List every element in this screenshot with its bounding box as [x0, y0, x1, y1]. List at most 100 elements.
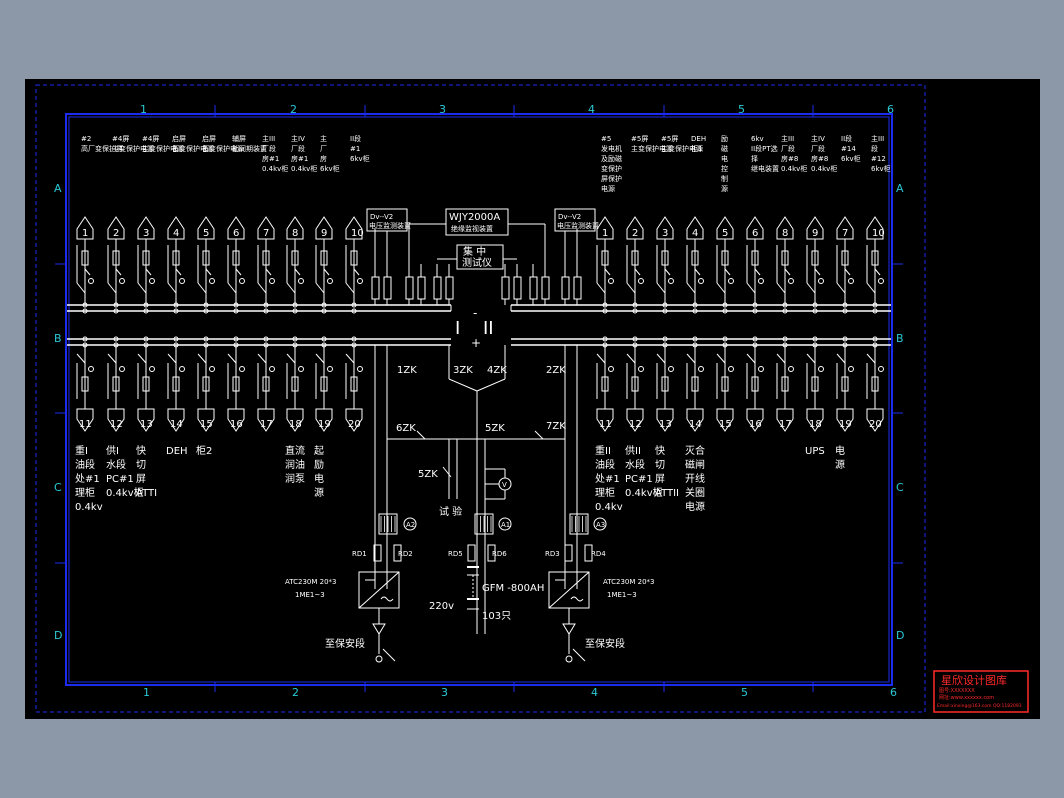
feeder-left-bottom-3: 13 快切屏 ATTI	[136, 336, 157, 499]
feeder-left-bottom-6: 16	[227, 336, 245, 432]
bus-i-label: I	[455, 318, 460, 339]
voltmeter-right: Dv--V2 电压监测装置	[554, 208, 599, 232]
zone-col-bottom-1: 1	[143, 686, 150, 699]
feeder-right-top-6: 6kv II段PT选择继电装置 6	[746, 135, 779, 314]
feeder-right-bottom-7: 17	[776, 336, 794, 432]
dc-system-diagram: 112233445566A AB BC CD D #2 高厂变保护屏1#4屏主变保护电源2…	[35, 84, 1029, 713]
output-left: 至保安段	[325, 637, 365, 650]
feeder-right-top-5-label: 励磁电控制源	[721, 135, 728, 193]
switch-6zk: 6ZK	[396, 423, 416, 434]
feeder-right-top-7: 主III 厂段房#8 0.4kv柜 8	[776, 134, 807, 314]
feeder-left-top-10-label: II段#1 6kv柜	[350, 134, 370, 163]
feeder-right-bottom-8: 18 UPS	[805, 336, 825, 457]
bus-minus-sign: -	[473, 306, 477, 320]
title-block: 星欣设计图库 图号:XXXXXXX 网址:www.xxxxxx.com Emai…	[933, 670, 1029, 713]
fuse-rd3: RD3	[545, 550, 560, 558]
zone-col-top-6: 6	[887, 103, 894, 116]
feeder-right-top-5-number: 5	[722, 228, 728, 239]
title-block-line2: 图号:XXXXXXX	[939, 688, 975, 694]
feeder-right-bottom-8-label: UPS	[805, 446, 825, 457]
zone-col-top-5: 5	[738, 103, 745, 116]
feeder-left-bottom-8-number: 18	[289, 419, 302, 430]
zone-row-left-A: A	[54, 182, 62, 195]
bus-fuse-12	[573, 276, 582, 300]
switch-2zk: 2ZK	[546, 365, 566, 376]
feeder-left-top-6-number: 6	[233, 228, 239, 239]
feeder-left-bottom-8-label: 直流润油润泵	[285, 444, 305, 485]
feeder-right-top-6-number: 6	[752, 228, 758, 239]
feeder-right-bottom-3-label: 快切屏 ATTII	[655, 445, 679, 499]
fuse-3	[467, 544, 476, 562]
bus-fuse-3	[405, 276, 414, 300]
insulation-monitor: WJY2000A 绝缘监视装置	[445, 208, 509, 236]
title-block-name: 星欣设计图库	[941, 673, 1007, 687]
voltmeter-right-sublabel: 电压监测装置	[557, 221, 599, 230]
feeder-left-bottom-5-label: 柜2	[196, 444, 212, 457]
feeder-right-bottom-3-number: 13	[659, 419, 672, 430]
outer-frame	[35, 84, 926, 713]
bus-fuse-9	[529, 276, 538, 300]
feeder-left-bottom-3-label: 快切屏 ATTI	[136, 445, 157, 499]
zone-row-left-C: C	[54, 481, 62, 494]
feeder-right-top-8-number: 9	[812, 228, 818, 239]
feeder-left-top-7: 主III 厂段房#1 0.4kv柜 7	[257, 134, 288, 314]
voltmeter-left: Dv--V2 电压监测装置	[366, 208, 411, 232]
charger-right-model: ATC230M 20*3	[603, 578, 655, 586]
zone-row-left-D: D	[54, 629, 62, 642]
feeder-left-bottom-10: 20	[345, 336, 363, 432]
feeder-left-bottom-8: 18 直流润油润泵	[285, 336, 305, 485]
feeder-left-bottom-9: 19 起励电源	[314, 336, 333, 499]
feeder-left-top-4: 启屏备变保护电源4	[167, 134, 214, 314]
charger-right-units: 1ME1~3	[607, 591, 637, 599]
feeder-left-top-5: 启屏备变保护电源5	[197, 134, 244, 314]
feeder-right-bottom-5: 15	[716, 336, 734, 432]
feeder-left-top-8-label: 主IV 厂段房#1 0.4kv柜	[291, 134, 317, 173]
feeder-right-top-9-label: II段#14 6kv柜	[841, 134, 861, 163]
title-block-line4: Email:xinxing@163.com QQ:1182093	[937, 703, 1022, 709]
feeder-right-bottom-2-number: 12	[629, 419, 642, 430]
feeder-left-top-2: #4屏主变保护电源2	[107, 135, 154, 314]
feeder-left-top-2-number: 2	[113, 228, 119, 239]
feeder-left-top-3-number: 3	[143, 228, 149, 239]
feeder-right-top-10-label: 主III 段#12 6kv柜	[871, 134, 891, 173]
feeder-right-top-1-number: 1	[602, 228, 608, 239]
feeder-right-top-8-label: 主IV 厂段房#8 0.4kv柜	[811, 134, 837, 173]
bus-fuse-6	[445, 276, 454, 300]
zone-col-top-4: 4	[588, 103, 595, 116]
feeder-right-bottom-10: 20	[866, 336, 884, 432]
zone-col-bottom-3: 3	[441, 686, 448, 699]
centralized-meter-label: 集 中	[463, 245, 486, 258]
feeder-right-bottom-8-number: 18	[809, 419, 822, 430]
bus-fuse-11	[561, 276, 570, 300]
feeder-left-top-10: II段#1 6kv柜 10	[345, 134, 370, 314]
title-block-line3: 网址:www.xxxxxx.com	[939, 694, 994, 701]
zone-col-bottom-4: 4	[591, 686, 598, 699]
feeder-right-top-3: #5屏主变保护电源3	[656, 135, 703, 314]
switch-4zk: 4ZK	[487, 365, 507, 376]
meter-v-label: V	[502, 481, 507, 489]
switch-8zk: 5ZK	[485, 423, 505, 434]
output-right: 至保安段	[585, 637, 625, 650]
feeder-right-bottom-7-number: 17	[779, 419, 792, 430]
feeder-right-bottom-6: 16	[746, 336, 764, 432]
feeder-right-bottom-6-number: 16	[749, 419, 762, 430]
insulation-monitor-label: WJY2000A	[449, 212, 500, 223]
feeder-left-top-7-number: 7	[263, 228, 269, 239]
feeder-left-top-9: 主厂房 6kv柜 9	[315, 134, 340, 314]
zone-marks: 112233445566A AB BC CD D	[54, 103, 904, 699]
bus-fuse-8	[513, 276, 522, 300]
feeder-left-bottom-10-number: 20	[348, 419, 361, 430]
zone-col-bottom-2: 2	[292, 686, 299, 699]
voltmeter-left-label: Dv--V2	[370, 213, 393, 221]
feeder-right-bottom-1-label: 重II 油段处#1 理柜 0.4kv	[595, 444, 623, 513]
feeder-right-bottom-1: 11 重II 油段处#1 理柜 0.4kv	[595, 336, 623, 513]
feeder-left-bottom-5: 15 柜2	[196, 336, 215, 457]
battery-type: GFM -800AH	[482, 583, 544, 594]
feeder-right-bottom-5-number: 15	[719, 419, 732, 430]
meter-a1-label: A1	[501, 521, 510, 529]
switch-1zk: 1ZK	[397, 365, 417, 376]
zone-row-right-D: D	[896, 629, 904, 642]
feeder-left-top-10-number: 10	[351, 228, 364, 239]
meter-a3-label: A3	[596, 521, 605, 529]
feeder-left-top-8: 主IV 厂段房#1 0.4kv柜 8	[286, 134, 317, 314]
